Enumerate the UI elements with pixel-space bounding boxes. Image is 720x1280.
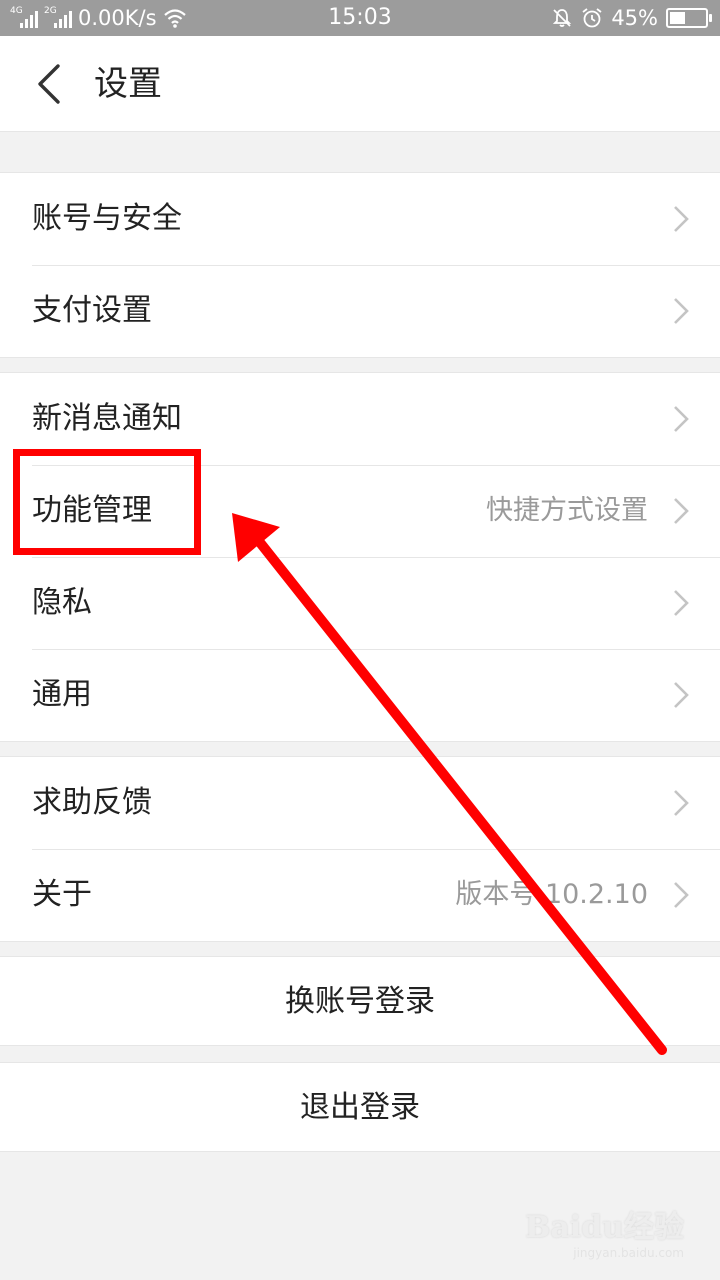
status-bar: 4G 2G 0.00K/s 15:03 45% bbox=[0, 0, 720, 36]
chevron-right-icon bbox=[674, 882, 689, 908]
settings-item-label: 新消息通知 bbox=[32, 401, 182, 436]
settings-item-label: 支付设置 bbox=[32, 293, 152, 328]
settings-group-help: 求助反馈 关于 版本号 10.2.10 bbox=[0, 756, 720, 942]
settings-item-label: 账号与安全 bbox=[32, 201, 182, 236]
settings-item-about[interactable]: 关于 版本号 10.2.10 bbox=[0, 849, 720, 941]
settings-item-value: 版本号 10.2.10 bbox=[455, 879, 648, 910]
chevron-right-icon bbox=[674, 298, 689, 324]
settings-item-payment[interactable]: 支付设置 bbox=[0, 265, 720, 357]
switch-account-button[interactable]: 换账号登录 bbox=[0, 956, 720, 1046]
battery-percent: 45% bbox=[611, 6, 658, 30]
logout-label: 退出登录 bbox=[300, 1090, 420, 1125]
battery-icon bbox=[666, 8, 712, 28]
settings-item-value: 快捷方式设置 bbox=[486, 495, 648, 526]
chevron-left-icon[interactable] bbox=[28, 62, 68, 106]
settings-group-account: 账号与安全 支付设置 bbox=[0, 172, 720, 358]
switch-account-label: 换账号登录 bbox=[285, 984, 435, 1019]
settings-item-label: 求助反馈 bbox=[32, 785, 152, 820]
title-bar: 设置 bbox=[0, 36, 720, 132]
settings-group-general: 新消息通知 功能管理 快捷方式设置 隐私 通用 bbox=[0, 372, 720, 742]
settings-item-feedback[interactable]: 求助反馈 bbox=[0, 757, 720, 849]
baidu-watermark: Baidu经验 jingyan.baidu.com bbox=[525, 1202, 684, 1260]
logout-button[interactable]: 退出登录 bbox=[0, 1062, 720, 1152]
chevron-right-icon bbox=[674, 406, 689, 432]
settings-item-label: 通用 bbox=[32, 677, 92, 712]
chevron-right-icon bbox=[674, 590, 689, 616]
settings-item-privacy[interactable]: 隐私 bbox=[0, 557, 720, 649]
highlight-box bbox=[13, 449, 201, 555]
settings-item-account-security[interactable]: 账号与安全 bbox=[0, 173, 720, 265]
settings-item-label: 隐私 bbox=[32, 585, 92, 620]
watermark-url: jingyan.baidu.com bbox=[573, 1246, 684, 1260]
chevron-right-icon bbox=[674, 498, 689, 524]
settings-item-general[interactable]: 通用 bbox=[0, 649, 720, 741]
mute-icon bbox=[553, 9, 572, 27]
chevron-right-icon bbox=[674, 790, 689, 816]
chevron-right-icon bbox=[674, 206, 689, 232]
chevron-right-icon bbox=[674, 682, 689, 708]
alarm-icon bbox=[582, 8, 602, 28]
page-title: 设置 bbox=[94, 64, 162, 104]
watermark-brand: Baidu经验 bbox=[525, 1210, 684, 1245]
settings-item-label: 关于 bbox=[32, 877, 92, 912]
